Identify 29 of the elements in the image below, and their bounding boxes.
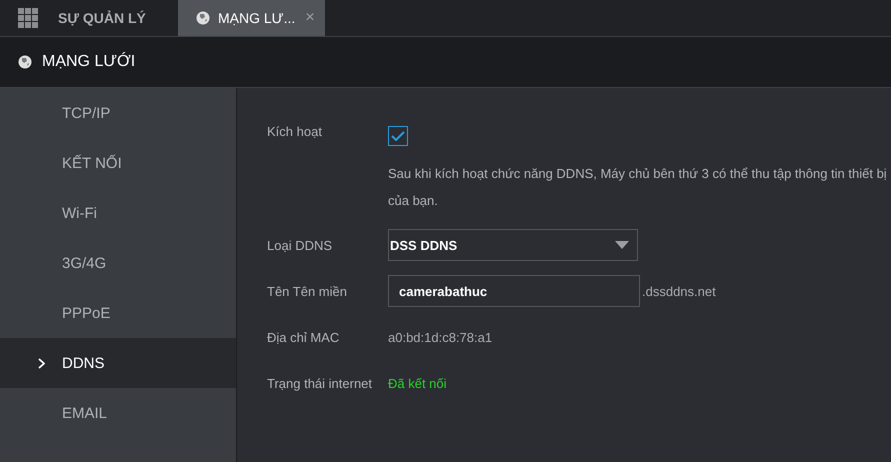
sidebar-item[interactable]: DDNS xyxy=(0,338,236,388)
close-icon[interactable]: × xyxy=(305,9,315,27)
chevron-icon xyxy=(38,358,45,369)
sidebar-item[interactable]: Wi-Fi xyxy=(0,188,236,238)
sidebar-item[interactable]: PPPoE xyxy=(0,288,236,338)
check-icon xyxy=(391,131,405,141)
caret-icon xyxy=(615,241,629,249)
globe-icon xyxy=(196,11,210,25)
connection-status: Đã kết nối xyxy=(388,376,447,390)
section-title: MẠNG LƯỚI xyxy=(42,53,136,71)
field-label: Loại DDNS xyxy=(267,238,334,252)
field-label: Kích hoạt xyxy=(267,124,323,139)
sidebar-item[interactable]: KẾT NỐI xyxy=(0,138,236,188)
field-label: Tên Tên miền xyxy=(267,284,348,298)
sidebar-item[interactable]: EMAIL xyxy=(0,388,236,438)
tab[interactable]: SỰ QUẢN LÝ xyxy=(0,0,178,36)
tab[interactable]: MẠNG LƯ... × xyxy=(178,0,325,36)
domain-field[interactable]: camerabathuc xyxy=(388,275,640,307)
checkbox[interactable] xyxy=(388,126,408,146)
mac-address: a0:bd:1d:c8:78:a1 xyxy=(388,330,492,344)
grid-icon xyxy=(18,8,38,28)
globe-icon xyxy=(18,55,32,69)
sidebar-item[interactable]: 3G/4G xyxy=(0,238,236,288)
domain-suffix: .dssddns.net xyxy=(642,284,716,298)
field-label: Trạng thái internet xyxy=(267,376,374,390)
sidebar-item[interactable]: TCP/IP xyxy=(0,88,236,138)
notice-text: Sau khi kích hoạt chức năng DDNS, Máy chủ bên thứ 3 có thể thu tập thông tin thiết bị của bạn. xyxy=(388,165,888,210)
ddns-type-dropdown[interactable]: DSS DDNS xyxy=(388,229,638,261)
field-label: Địa chỉ MAC xyxy=(267,330,340,344)
